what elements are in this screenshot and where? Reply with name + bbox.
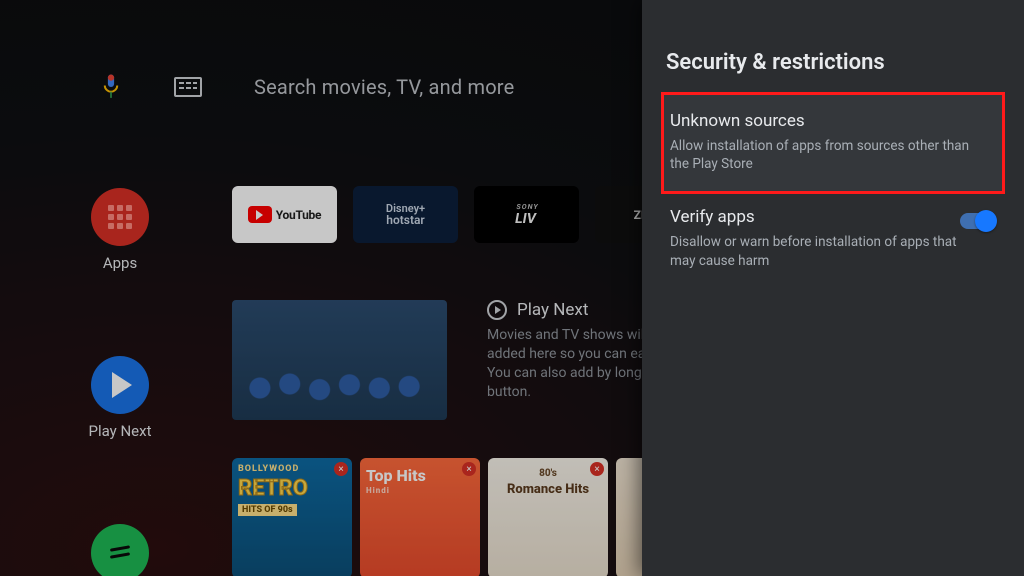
app-tile-sony-liv[interactable]: SONY LIV bbox=[474, 186, 579, 243]
play-icon bbox=[91, 356, 149, 414]
setting-unknown-sources[interactable]: Unknown sources Allow installation of ap… bbox=[664, 95, 1002, 191]
spotify-icon bbox=[91, 524, 149, 576]
keyboard-icon[interactable] bbox=[174, 77, 202, 97]
tile-text: 80's bbox=[488, 468, 608, 479]
spotify-nav-item[interactable]: Spotify bbox=[91, 524, 149, 576]
apps-nav-item[interactable]: Apps bbox=[91, 188, 149, 272]
tile-text: Top Hits bbox=[366, 466, 474, 485]
play-outline-icon bbox=[487, 300, 507, 320]
left-nav-column: Apps Play Next Spotify bbox=[72, 188, 168, 576]
toggle-knob bbox=[975, 210, 997, 232]
tile-text: BOLLYWOOD bbox=[238, 464, 346, 474]
app-tile-disney-hotstar[interactable]: Disney+ hotstar bbox=[353, 186, 458, 243]
verify-apps-toggle[interactable] bbox=[960, 213, 994, 229]
youtube-play-icon bbox=[248, 206, 272, 223]
play-next-nav-label: Play Next bbox=[89, 422, 152, 440]
hotstar-label-line2: hotstar bbox=[386, 214, 424, 226]
sonyliv-label-bot: LIV bbox=[513, 211, 538, 227]
youtube-label: YouTube bbox=[276, 208, 321, 222]
sonyliv-label-top: SONY bbox=[516, 203, 540, 211]
apps-grid-icon bbox=[91, 188, 149, 246]
tile-text: RETRO bbox=[238, 476, 346, 501]
content-tile-80s-romance[interactable]: × 80's Romance Hits bbox=[488, 458, 608, 576]
play-next-thumbnail[interactable] bbox=[232, 300, 447, 420]
setting-verify-apps[interactable]: Verify apps Disallow or warn before inst… bbox=[664, 191, 1002, 287]
settings-panel: Security & restrictions Unknown sources … bbox=[642, 0, 1024, 576]
play-next-title: Play Next bbox=[517, 300, 588, 320]
tile-text: HITS OF 90s bbox=[238, 504, 297, 516]
setting-title: Unknown sources bbox=[670, 111, 996, 131]
voice-search-icon[interactable] bbox=[100, 72, 122, 102]
setting-title: Verify apps bbox=[670, 207, 996, 227]
search-input[interactable]: Search movies, TV, and more bbox=[254, 75, 514, 99]
setting-subtitle: Allow installation of apps from sources … bbox=[670, 137, 970, 173]
apps-row: YouTube Disney+ hotstar SONY LIV ZEE5 bbox=[232, 186, 700, 243]
app-tile-youtube[interactable]: YouTube bbox=[232, 186, 337, 243]
tile-text: Hindi bbox=[366, 486, 474, 495]
play-next-nav-item[interactable]: Play Next bbox=[89, 356, 152, 440]
content-tile-top-hits[interactable]: × Top Hits Hindi bbox=[360, 458, 480, 576]
apps-nav-label: Apps bbox=[103, 254, 137, 272]
panel-heading: Security & restrictions bbox=[666, 50, 1000, 75]
tile-text: Romance Hits bbox=[488, 482, 608, 497]
content-tile-retro[interactable]: × BOLLYWOOD RETRO HITS OF 90s bbox=[232, 458, 352, 576]
setting-subtitle: Disallow or warn before installation of … bbox=[670, 233, 970, 269]
